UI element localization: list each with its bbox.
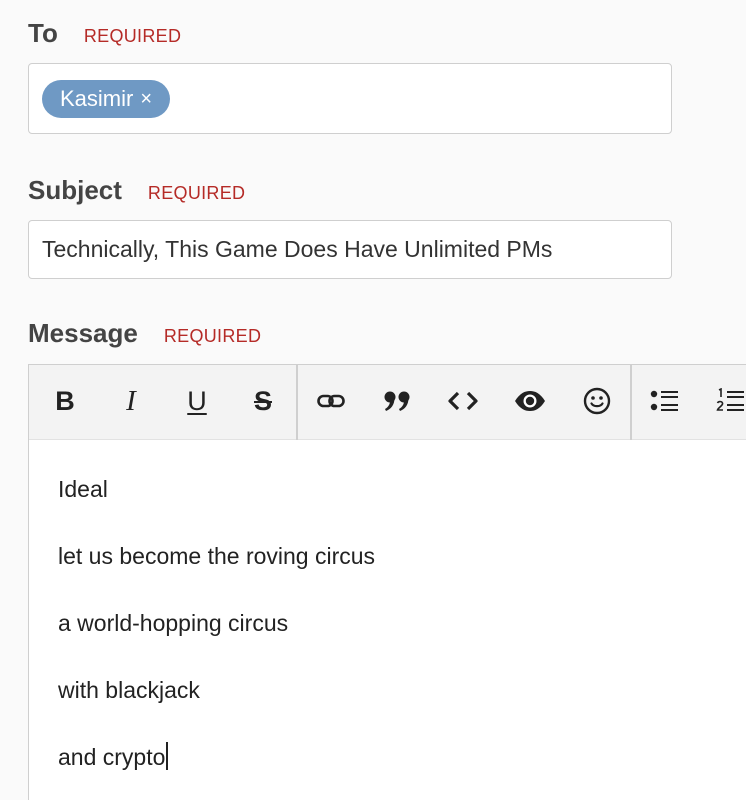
link-icon: [317, 394, 345, 408]
recipients-input[interactable]: Kasimir ×: [28, 63, 672, 134]
bold-icon: B: [55, 385, 75, 416]
message-line: with blackjack: [58, 677, 200, 703]
subject-required-badge: REQUIRED: [147, 183, 246, 203]
editor-toolbar: B I U S: [29, 365, 746, 440]
toolbar-divider: [630, 365, 632, 440]
bullet-list-button[interactable]: [647, 383, 683, 419]
message-label-row: Message REQUIRED: [28, 318, 261, 349]
quote-button[interactable]: [379, 383, 415, 419]
bullet-list-icon: [650, 390, 678, 411]
underline-button[interactable]: U: [179, 383, 215, 419]
message-editor[interactable]: B I U S Ideal let us become the roving c…: [28, 364, 746, 800]
numbered-list-icon: [716, 388, 744, 411]
to-required-badge: REQUIRED: [83, 26, 182, 46]
text-caret: [166, 742, 168, 770]
recipient-chip[interactable]: Kasimir ×: [42, 80, 171, 118]
code-button[interactable]: [445, 383, 481, 419]
message-line: Ideal: [58, 476, 108, 502]
message-label: Message: [28, 318, 138, 348]
message-line: and crypto: [58, 744, 166, 770]
bold-button[interactable]: B: [47, 383, 83, 419]
emoji-button[interactable]: [579, 383, 615, 419]
toolbar-divider: [296, 365, 298, 440]
preview-eye-icon: [515, 391, 545, 411]
italic-icon: I: [126, 384, 136, 417]
subject-input[interactable]: Technically, This Game Does Have Unlimit…: [28, 220, 672, 279]
message-required-badge: REQUIRED: [163, 326, 262, 346]
underline-icon: U: [187, 385, 207, 416]
message-line-last: and crypto: [58, 733, 375, 800]
link-button[interactable]: [313, 383, 349, 419]
numbered-list-button[interactable]: [713, 383, 746, 419]
subject-label-row: Subject REQUIRED: [28, 175, 245, 206]
compose-message-form: To REQUIRED Kasimir × Subject REQUIRED T…: [0, 0, 746, 800]
message-line: a world-hopping circus: [58, 610, 289, 636]
quote-icon: [384, 391, 410, 411]
code-icon: [448, 391, 478, 411]
to-label-row: To REQUIRED: [28, 18, 181, 49]
recipient-name: Kasimir: [60, 86, 134, 111]
italic-button[interactable]: I: [113, 383, 149, 419]
to-label: To: [28, 18, 58, 48]
remove-recipient-icon[interactable]: ×: [140, 89, 152, 109]
message-line: let us become the roving circus: [58, 543, 376, 569]
preview-button[interactable]: [512, 383, 548, 419]
strikethrough-button[interactable]: S: [245, 383, 281, 419]
subject-label: Subject: [28, 175, 122, 205]
subject-value: Technically, This Game Does Have Unlimit…: [42, 236, 553, 262]
strikethrough-icon: S: [253, 385, 272, 416]
emoji-icon: [583, 387, 611, 415]
message-body[interactable]: Ideal let us become the roving circus a …: [58, 465, 375, 800]
